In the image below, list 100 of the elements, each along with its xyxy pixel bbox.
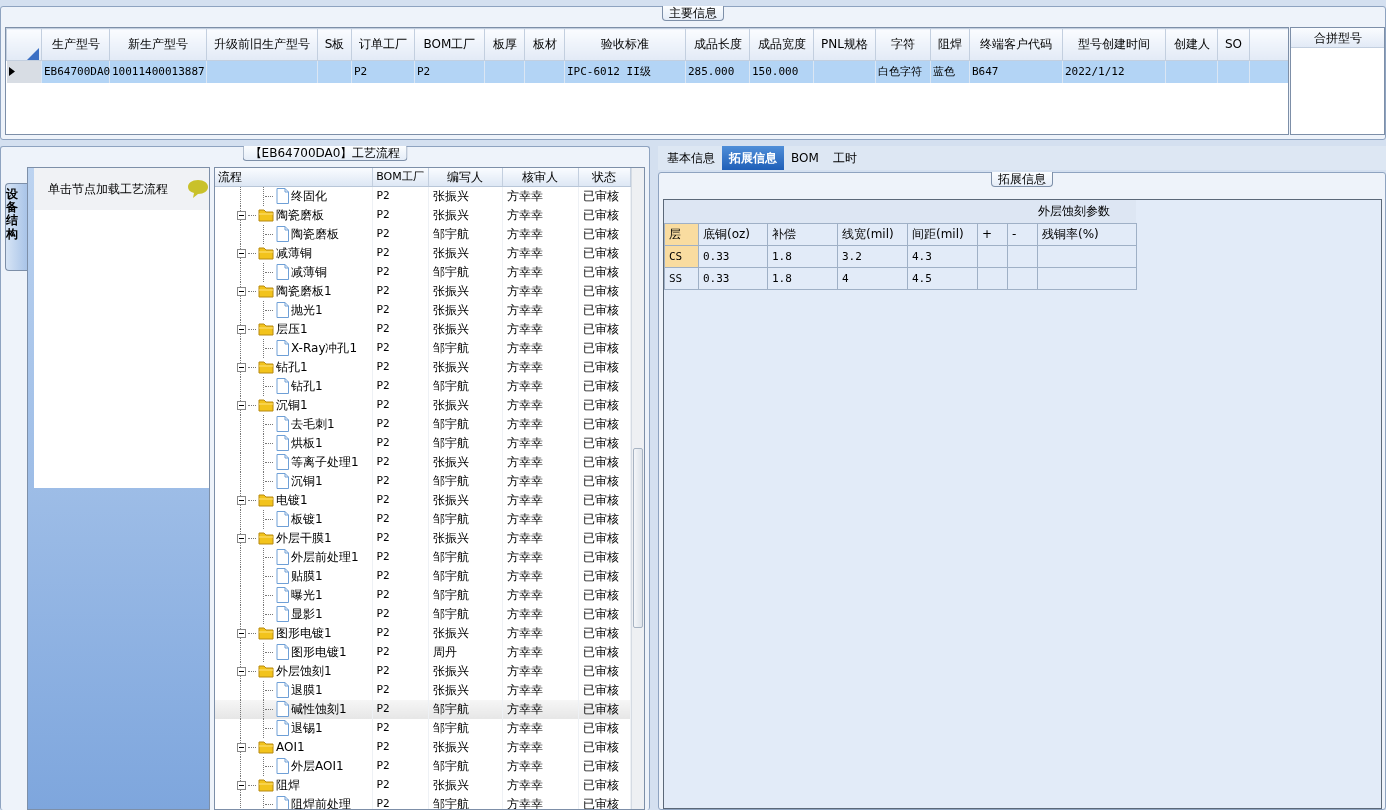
- table-cell: 方幸幸: [502, 623, 578, 643]
- node-label[interactable]: X-Ray冲孔1: [291, 340, 358, 356]
- table-cell: P2: [372, 642, 428, 662]
- tab[interactable]: 拓展信息: [722, 146, 784, 170]
- tree-row[interactable]: 减薄铜 P2 邹宇航 方幸幸 已审核: [215, 262, 630, 282]
- tree-row[interactable]: 陶瓷磨板1 P2 张振兴 方幸幸 已审核: [215, 281, 630, 301]
- tree-row[interactable]: 图形电镀1 P2 周丹 方幸幸 已审核: [215, 642, 630, 662]
- node-label[interactable]: 终固化: [291, 188, 327, 204]
- table-cell: P2: [372, 433, 428, 453]
- tree-row[interactable]: 外层AOI1 P2 邹宇航 方幸幸 已审核: [215, 756, 630, 776]
- column-header: 成品长度: [685, 28, 750, 61]
- collapse-icon[interactable]: [237, 286, 246, 296]
- collapse-icon[interactable]: [237, 248, 246, 258]
- collapse-icon[interactable]: [237, 400, 246, 410]
- tree-row[interactable]: 层压1 P2 张振兴 方幸幸 已审核: [215, 319, 630, 339]
- table-cell: 方幸幸: [502, 300, 578, 320]
- tree-row[interactable]: 陶瓷磨板 P2 张振兴 方幸幸 已审核: [215, 205, 630, 225]
- tree-row[interactable]: 沉铜1 P2 邹宇航 方幸幸 已审核: [215, 471, 630, 491]
- tree-row[interactable]: 板镀1 P2 邹宇航 方幸幸 已审核: [215, 509, 630, 529]
- node-label[interactable]: 钻孔1: [276, 359, 308, 375]
- node-label[interactable]: 电镀1: [276, 492, 308, 508]
- tree-row[interactable]: 终固化 P2 张振兴 方幸幸 已审核: [215, 186, 630, 206]
- collapse-icon[interactable]: [237, 495, 246, 505]
- node-label[interactable]: 层压1: [276, 321, 308, 337]
- table-cell: 张振兴: [428, 395, 502, 415]
- tree-row[interactable]: 阻焊 P2 张振兴 方幸幸 已审核: [215, 775, 630, 795]
- table-cell: P2: [372, 300, 428, 320]
- node-label[interactable]: 退锡1: [291, 720, 323, 736]
- scroll-thumb[interactable]: [632, 448, 643, 628]
- table-cell: 张振兴: [428, 281, 502, 301]
- node-label[interactable]: 外层前处理1: [291, 549, 359, 565]
- tree-row[interactable]: 陶瓷磨板 P2 邹宇航 方幸幸 已审核: [215, 224, 630, 244]
- table-row[interactable]: SS 0.33 1.8 4 4.5: [664, 267, 1137, 290]
- tree-row[interactable]: 钻孔1 P2 邹宇航 方幸幸 已审核: [215, 376, 630, 396]
- tree-row[interactable]: 外层干膜1 P2 张振兴 方幸幸 已审核: [215, 528, 630, 548]
- node-label[interactable]: 外层AOI1: [291, 758, 344, 774]
- node-label[interactable]: 减薄铜: [276, 245, 312, 261]
- tree-row[interactable]: 减薄铜 P2 张振兴 方幸幸 已审核: [215, 243, 630, 263]
- node-label[interactable]: 减薄铜: [291, 264, 327, 280]
- table-cell: 邹宇航: [428, 262, 502, 282]
- collapse-icon[interactable]: [237, 742, 246, 752]
- tree-row[interactable]: AOI1 P2 张振兴 方幸幸 已审核: [215, 737, 630, 757]
- collapse-icon[interactable]: [237, 628, 246, 638]
- side-tab[interactable]: 设备结构: [5, 183, 27, 271]
- table-cell: 已审核: [578, 376, 630, 396]
- tab[interactable]: 工时: [825, 146, 864, 170]
- node-label[interactable]: 曝光1: [291, 587, 323, 603]
- collapse-icon[interactable]: [237, 210, 246, 220]
- tree-row[interactable]: X-Ray冲孔1 P2 邹宇航 方幸幸 已审核: [215, 338, 630, 358]
- tree-row[interactable]: 碱性蚀刻1 P2 邹宇航 方幸幸 已审核: [215, 699, 630, 719]
- node-label[interactable]: 等离子处理1: [291, 454, 359, 470]
- tree-row[interactable]: 去毛刺1 P2 邹宇航 方幸幸 已审核: [215, 414, 630, 434]
- node-label[interactable]: 退膜1: [291, 682, 323, 698]
- table-cell: 方幸幸: [502, 775, 578, 795]
- table-cell: P2: [372, 566, 428, 586]
- node-label[interactable]: 去毛刺1: [291, 416, 335, 432]
- node-label[interactable]: 图形电镀1: [276, 625, 332, 641]
- node-label[interactable]: 抛光1: [291, 302, 323, 318]
- node-label[interactable]: 外层蚀刻1: [276, 663, 332, 679]
- collapse-icon[interactable]: [237, 666, 246, 676]
- node-label[interactable]: AOI1: [276, 739, 305, 755]
- tree-row[interactable]: 外层蚀刻1 P2 张振兴 方幸幸 已审核: [215, 661, 630, 681]
- tree-row[interactable]: 抛光1 P2 张振兴 方幸幸 已审核: [215, 300, 630, 320]
- tree-row[interactable]: 显影1 P2 邹宇航 方幸幸 已审核: [215, 604, 630, 624]
- collapse-icon[interactable]: [237, 362, 246, 372]
- tree-row[interactable]: 图形电镀1 P2 张振兴 方幸幸 已审核: [215, 623, 630, 643]
- node-label[interactable]: 钻孔1: [291, 378, 323, 394]
- tree-row[interactable]: 贴膜1 P2 邹宇航 方幸幸 已审核: [215, 566, 630, 586]
- tree-row[interactable]: 曝光1 P2 邹宇航 方幸幸 已审核: [215, 585, 630, 605]
- node-label[interactable]: 贴膜1: [291, 568, 323, 584]
- tab[interactable]: 基本信息: [660, 146, 722, 170]
- tree-row[interactable]: 退膜1 P2 张振兴 方幸幸 已审核: [215, 680, 630, 700]
- collapse-icon[interactable]: [237, 533, 246, 543]
- tree-row[interactable]: 外层前处理1 P2 邹宇航 方幸幸 已审核: [215, 547, 630, 567]
- tree-row[interactable]: 钻孔1 P2 张振兴 方幸幸 已审核: [215, 357, 630, 377]
- tree-row[interactable]: 烘板1 P2 邹宇航 方幸幸 已审核: [215, 433, 630, 453]
- node-label[interactable]: 沉铜1: [276, 397, 308, 413]
- tree-row[interactable]: 阻焊前处理 P2 邹宇航 方幸幸 已审核: [215, 794, 630, 809]
- collapse-icon[interactable]: [237, 780, 246, 790]
- table-row[interactable]: EB64700DA0 10011400013887 P2 P2 IPC-6012 II级 285.000 150.000 白色字符 蓝色 B647 2022/1/12: [6, 60, 1288, 83]
- node-label[interactable]: 阻焊前处理: [291, 796, 351, 809]
- tab[interactable]: BOM: [784, 146, 826, 170]
- node-label[interactable]: 图形电镀1: [291, 644, 347, 660]
- node-label[interactable]: 陶瓷磨板: [276, 207, 324, 223]
- collapse-icon[interactable]: [237, 324, 246, 334]
- tree-row[interactable]: 沉铜1 P2 张振兴 方幸幸 已审核: [215, 395, 630, 415]
- node-label[interactable]: 烘板1: [291, 435, 323, 451]
- table-row[interactable]: CS 0.33 1.8 3.2 4.3: [664, 245, 1137, 268]
- tree-row[interactable]: 等离子处理1 P2 张振兴 方幸幸 已审核: [215, 452, 630, 472]
- node-label[interactable]: 陶瓷磨板1: [276, 283, 332, 299]
- node-label[interactable]: 外层干膜1: [276, 530, 332, 546]
- tree-row[interactable]: 退锡1 P2 邹宇航 方幸幸 已审核: [215, 718, 630, 738]
- column-header: 生产型号: [41, 28, 110, 61]
- table-cell: 已审核: [578, 642, 630, 662]
- node-label[interactable]: 显影1: [291, 606, 323, 622]
- tree-row[interactable]: 电镀1 P2 张振兴 方幸幸 已审核: [215, 490, 630, 510]
- node-label[interactable]: 沉铜1: [291, 473, 323, 489]
- node-label[interactable]: 板镀1: [291, 511, 323, 527]
- node-label[interactable]: 陶瓷磨板: [291, 226, 339, 242]
- node-label[interactable]: 阻焊: [276, 777, 300, 793]
